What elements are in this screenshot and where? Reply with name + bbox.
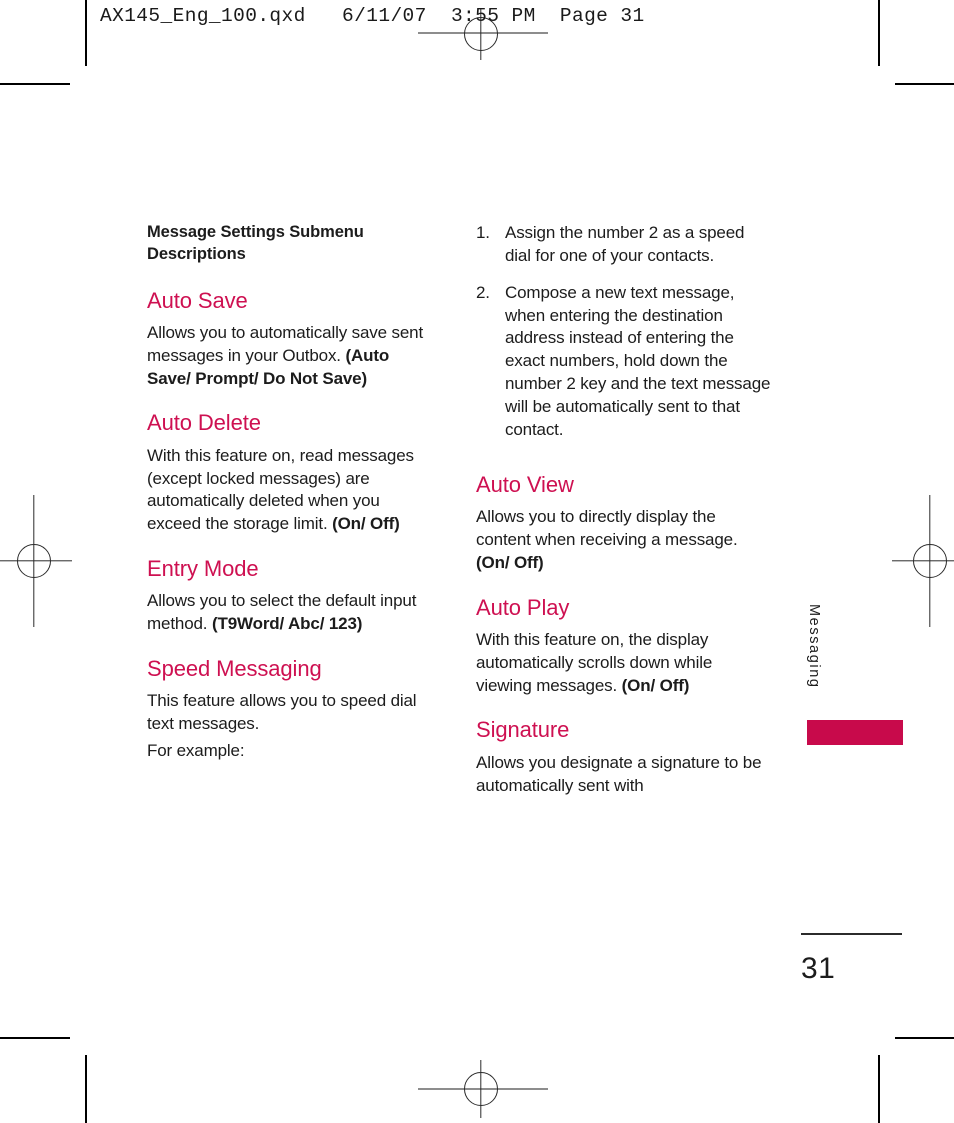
folio-rule <box>801 933 902 935</box>
auto-view-options: (On/ Off) <box>476 552 544 572</box>
page-number: 31 <box>801 952 836 985</box>
section-heading-entry-mode: Entry Mode <box>147 556 259 582</box>
chapter-tab-marker <box>807 720 903 745</box>
step-text: Compose a new text message, when enterin… <box>505 282 771 439</box>
speed-messaging-steps: 1. Assign the number 2 as a speed dial f… <box>476 222 771 442</box>
list-item: 2. Compose a new text message, when ente… <box>476 282 771 442</box>
section-body-entry-mode: Allows you to select the default input m… <box>147 590 434 636</box>
section-heading-auto-delete: Auto Delete <box>147 410 261 436</box>
auto-play-options: (On/ Off) <box>621 675 690 695</box>
section-body-auto-save: Allows you to automatically save sent me… <box>147 322 434 391</box>
auto-delete-options: (On/ Off) <box>332 514 400 534</box>
section-heading-auto-play: Auto Play <box>476 594 570 620</box>
step-text: Assign the number 2 as a speed dial for … <box>505 223 745 265</box>
speed-messaging-example-label: For example: <box>147 741 245 761</box>
section-body-signature: Allows you designate a signature to be a… <box>476 752 762 795</box>
chapter-side-label: Messaging <box>806 604 822 689</box>
section-heading-auto-save: Auto Save <box>147 287 248 313</box>
section-body-auto-view: Allows you to directly display the conte… <box>476 506 771 575</box>
auto-view-body-text: Allows you to directly display the conte… <box>476 507 738 549</box>
section-heading-signature: Signature <box>476 717 570 743</box>
step-number: 2. <box>476 282 490 302</box>
entry-mode-options: (T9Word/ Abc/ 123) <box>211 614 363 634</box>
section-heading-speed-messaging: Speed Messaging <box>147 656 322 682</box>
right-column: 1. Assign the number 2 as a speed dial f… <box>476 222 771 818</box>
step-number: 1. <box>476 223 490 242</box>
section-body-speed-messaging: This feature allows you to speed dial te… <box>147 691 417 734</box>
page-content: Message Settings Submenu Descriptions Au… <box>0 0 954 1123</box>
list-item: 1. Assign the number 2 as a speed dial f… <box>476 222 771 268</box>
section-body-auto-play: With this feature on, the display automa… <box>476 629 771 698</box>
submenu-descriptions-title: Message Settings Submenu Descriptions <box>147 223 364 263</box>
section-body-auto-delete: With this feature on, read messages (exc… <box>147 445 434 536</box>
left-column: Message Settings Submenu Descriptions Au… <box>147 222 434 783</box>
section-heading-auto-view: Auto View <box>476 471 574 497</box>
